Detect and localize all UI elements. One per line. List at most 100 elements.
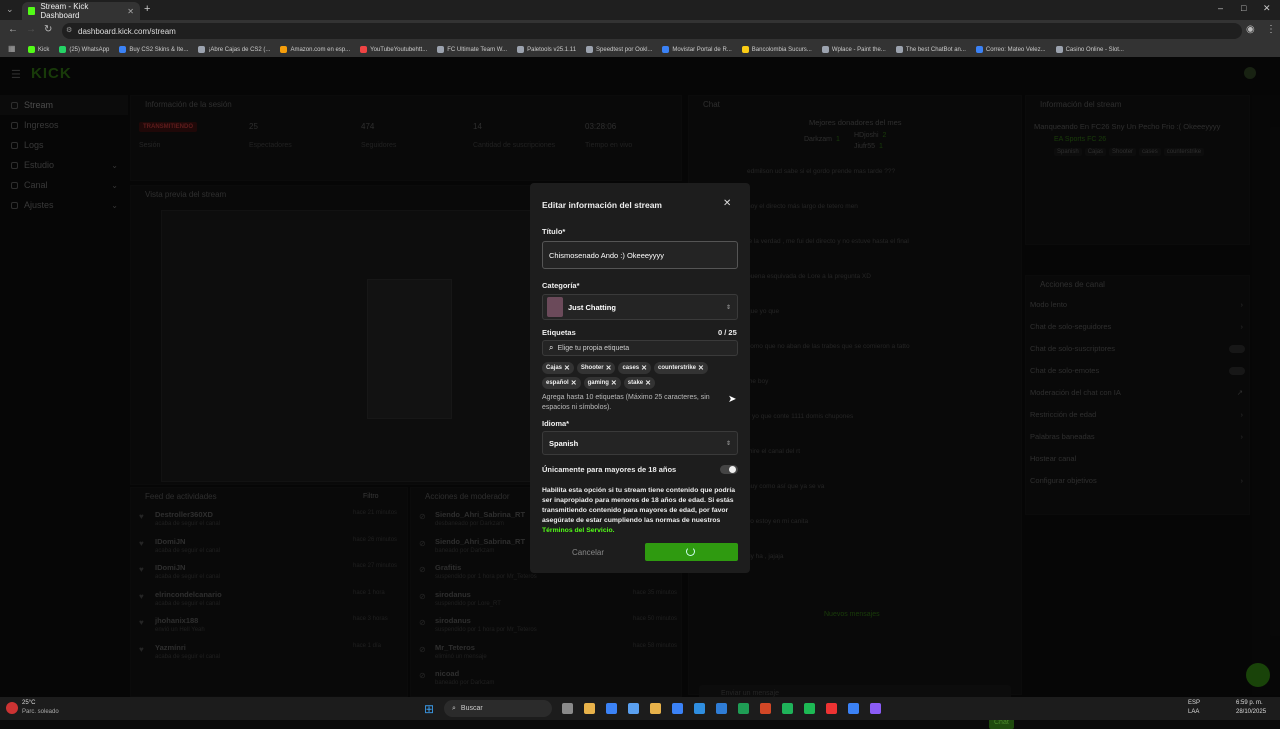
adult-description: Habilita esta opción si tu stream tiene … xyxy=(542,486,738,536)
browser-menu-icon[interactable]: ⋮ xyxy=(1266,24,1276,35)
back-arrow-icon[interactable]: ← xyxy=(8,24,18,35)
taskbar-app-icon[interactable] xyxy=(804,703,815,714)
apps-grid-icon[interactable]: ▦ xyxy=(8,44,16,53)
bookmark-label: Paletools v25.1.11 xyxy=(527,46,577,53)
remove-tag-icon[interactable]: ✕ xyxy=(606,364,612,372)
cancel-button[interactable]: Cancelar xyxy=(572,548,604,557)
bookmark-label: Correo: Mateo Velez... xyxy=(985,46,1046,53)
bookmark-favicon-icon xyxy=(895,46,903,53)
bookmark-item[interactable]: The best ChatBot an... xyxy=(895,46,966,53)
profile-icon[interactable]: ◉ xyxy=(1246,24,1255,35)
taskbar-app-icon[interactable] xyxy=(562,703,573,714)
bookmark-item[interactable]: Paletools v25.1.11 xyxy=(517,46,576,53)
url-input[interactable]: ⚙ dashboard.kick.com/stream xyxy=(62,23,1242,39)
tab-close-icon[interactable]: ✕ xyxy=(127,7,134,16)
tags-label: Etiquetas xyxy=(542,328,576,337)
language-indicator-sub: LAA xyxy=(1188,709,1200,715)
bookmark-label: Speedtest por Ookl... xyxy=(596,46,653,53)
bookmarks-bar: ▦ Kick (25) WhatsApp Buy CS2 Skins & Ite..… xyxy=(0,42,1280,57)
tag-chip: Cajas ✕ xyxy=(542,362,574,374)
tag-chip-label: gaming xyxy=(587,380,609,386)
save-button[interactable] xyxy=(645,543,738,561)
taskbar-app-icon[interactable] xyxy=(628,703,639,714)
language-value: Spanish xyxy=(549,438,579,448)
remove-tag-icon[interactable]: ✕ xyxy=(611,379,617,387)
taskbar-app-icon[interactable] xyxy=(716,703,727,714)
tags-input[interactable]: ⌕ Elige tu propia etiqueta xyxy=(542,340,738,356)
taskbar-app-icon[interactable] xyxy=(650,703,661,714)
browser-tab[interactable]: Stream - Kick Dashboard ✕ xyxy=(22,2,140,20)
tag-chip: stake ✕ xyxy=(623,377,656,389)
adult-toggle[interactable] xyxy=(720,465,738,474)
bookmark-item[interactable]: Buy CS2 Skins & Ite... xyxy=(119,46,188,53)
taskbar-app-icon[interactable] xyxy=(826,703,837,714)
taskbar-app-icon[interactable] xyxy=(606,703,617,714)
tag-chip: español ✕ xyxy=(542,377,581,389)
toggle-knob xyxy=(729,466,736,473)
bookmark-favicon-icon xyxy=(360,46,368,53)
adult-label: Únicamente para mayores de 18 años xyxy=(542,465,677,474)
kick-favicon-icon xyxy=(28,7,36,15)
bookmark-item[interactable]: Wplace - Paint the... xyxy=(821,46,886,53)
bookmark-item[interactable]: Speedtest por Ookl... xyxy=(586,46,652,53)
terms-link[interactable]: Términos del Servicio. xyxy=(542,527,615,534)
taskbar-app-icon[interactable] xyxy=(760,703,771,714)
bookmark-item[interactable]: (25) WhatsApp xyxy=(59,46,109,53)
category-thumbnail xyxy=(547,297,563,317)
bookmark-label: FC Ultimate Team W... xyxy=(447,46,508,53)
taskbar-app-icon[interactable] xyxy=(870,703,881,714)
tag-chip-label: Cajas xyxy=(546,365,563,371)
bookmark-item[interactable]: Correo: Mateo Velez... xyxy=(975,46,1046,53)
windows-start-icon[interactable]: ⊞ xyxy=(424,702,434,716)
weather-icon[interactable] xyxy=(6,702,18,714)
bookmark-label: Kick xyxy=(38,46,50,53)
taskbar-app-icon[interactable] xyxy=(672,703,683,714)
taskbar-app-icon[interactable] xyxy=(584,703,595,714)
windows-taskbar: 25°C Parc. soleado ⊞ ⌕ Buscar ESP LAA 6:5… xyxy=(0,697,1280,720)
bookmark-item[interactable]: Casino Online - Slot... xyxy=(1055,46,1124,53)
bookmark-item[interactable]: FC Ultimate Team W... xyxy=(437,46,507,53)
remove-tag-icon[interactable]: ✕ xyxy=(641,364,647,372)
clock-time[interactable]: 6:59 p. m. xyxy=(1236,700,1263,706)
forward-arrow-icon[interactable]: → xyxy=(26,24,36,35)
taskbar-app-icon[interactable] xyxy=(694,703,705,714)
close-window-button[interactable]: ✕ xyxy=(1263,3,1271,14)
taskbar-search-label: Buscar xyxy=(460,705,483,712)
language-indicator[interactable]: ESP xyxy=(1188,700,1200,706)
bookmark-item[interactable]: ¡Abre Cajas de CS2 (... xyxy=(198,46,270,53)
language-label: Idioma* xyxy=(542,419,570,428)
remove-tag-icon[interactable]: ✕ xyxy=(571,379,577,387)
new-tab-button[interactable]: + xyxy=(144,3,150,15)
bookmark-favicon-icon xyxy=(741,46,749,53)
bookmark-label: Bancolombia Sucurs... xyxy=(751,46,812,53)
minimize-button[interactable]: – xyxy=(1218,3,1223,13)
modal-close-icon[interactable]: ✕ xyxy=(723,198,731,209)
bookmark-item[interactable]: Movistar Portal de R... xyxy=(662,46,732,53)
bookmark-item[interactable]: Bancolombia Sucurs... xyxy=(741,46,812,53)
bookmark-favicon-icon xyxy=(198,46,206,53)
tab-menu-icon[interactable]: ⌄ xyxy=(6,4,14,15)
bookmark-item[interactable]: Amazon.com en esp... xyxy=(280,46,350,53)
bookmark-item[interactable]: Kick xyxy=(28,46,49,53)
tag-chip: gaming ✕ xyxy=(583,377,621,389)
remove-tag-icon[interactable]: ✕ xyxy=(564,364,570,372)
taskbar-app-icon[interactable] xyxy=(848,703,859,714)
bookmark-item[interactable]: YouTubeYoutubehtt... xyxy=(360,46,427,53)
bookmark-favicon-icon xyxy=(59,46,67,53)
bookmark-label: (25) WhatsApp xyxy=(69,46,110,53)
reload-icon[interactable]: ↻ xyxy=(44,24,52,35)
taskbar-search[interactable]: ⌕ Buscar xyxy=(444,700,552,717)
remove-tag-icon[interactable]: ✕ xyxy=(645,379,651,387)
site-info-icon[interactable]: ⚙ xyxy=(66,26,72,34)
remove-tag-icon[interactable]: ✕ xyxy=(698,364,704,372)
category-select[interactable]: Just Chatting ⇕ xyxy=(542,294,738,320)
maximize-button[interactable]: □ xyxy=(1241,3,1246,13)
bookmark-label: Wplace - Paint the... xyxy=(831,46,886,53)
bookmark-label: Amazon.com en esp... xyxy=(290,46,351,53)
taskbar-app-icon[interactable] xyxy=(738,703,749,714)
title-input[interactable]: Chismosenado Ando :) Okeeeyyyy xyxy=(542,241,738,269)
tag-chip-label: español xyxy=(546,380,569,386)
tags-hint: Agrega hasta 10 etiquetas (Máximo 25 car… xyxy=(542,394,710,411)
taskbar-app-icon[interactable] xyxy=(782,703,793,714)
language-select[interactable]: Spanish ⇕ xyxy=(542,431,738,455)
